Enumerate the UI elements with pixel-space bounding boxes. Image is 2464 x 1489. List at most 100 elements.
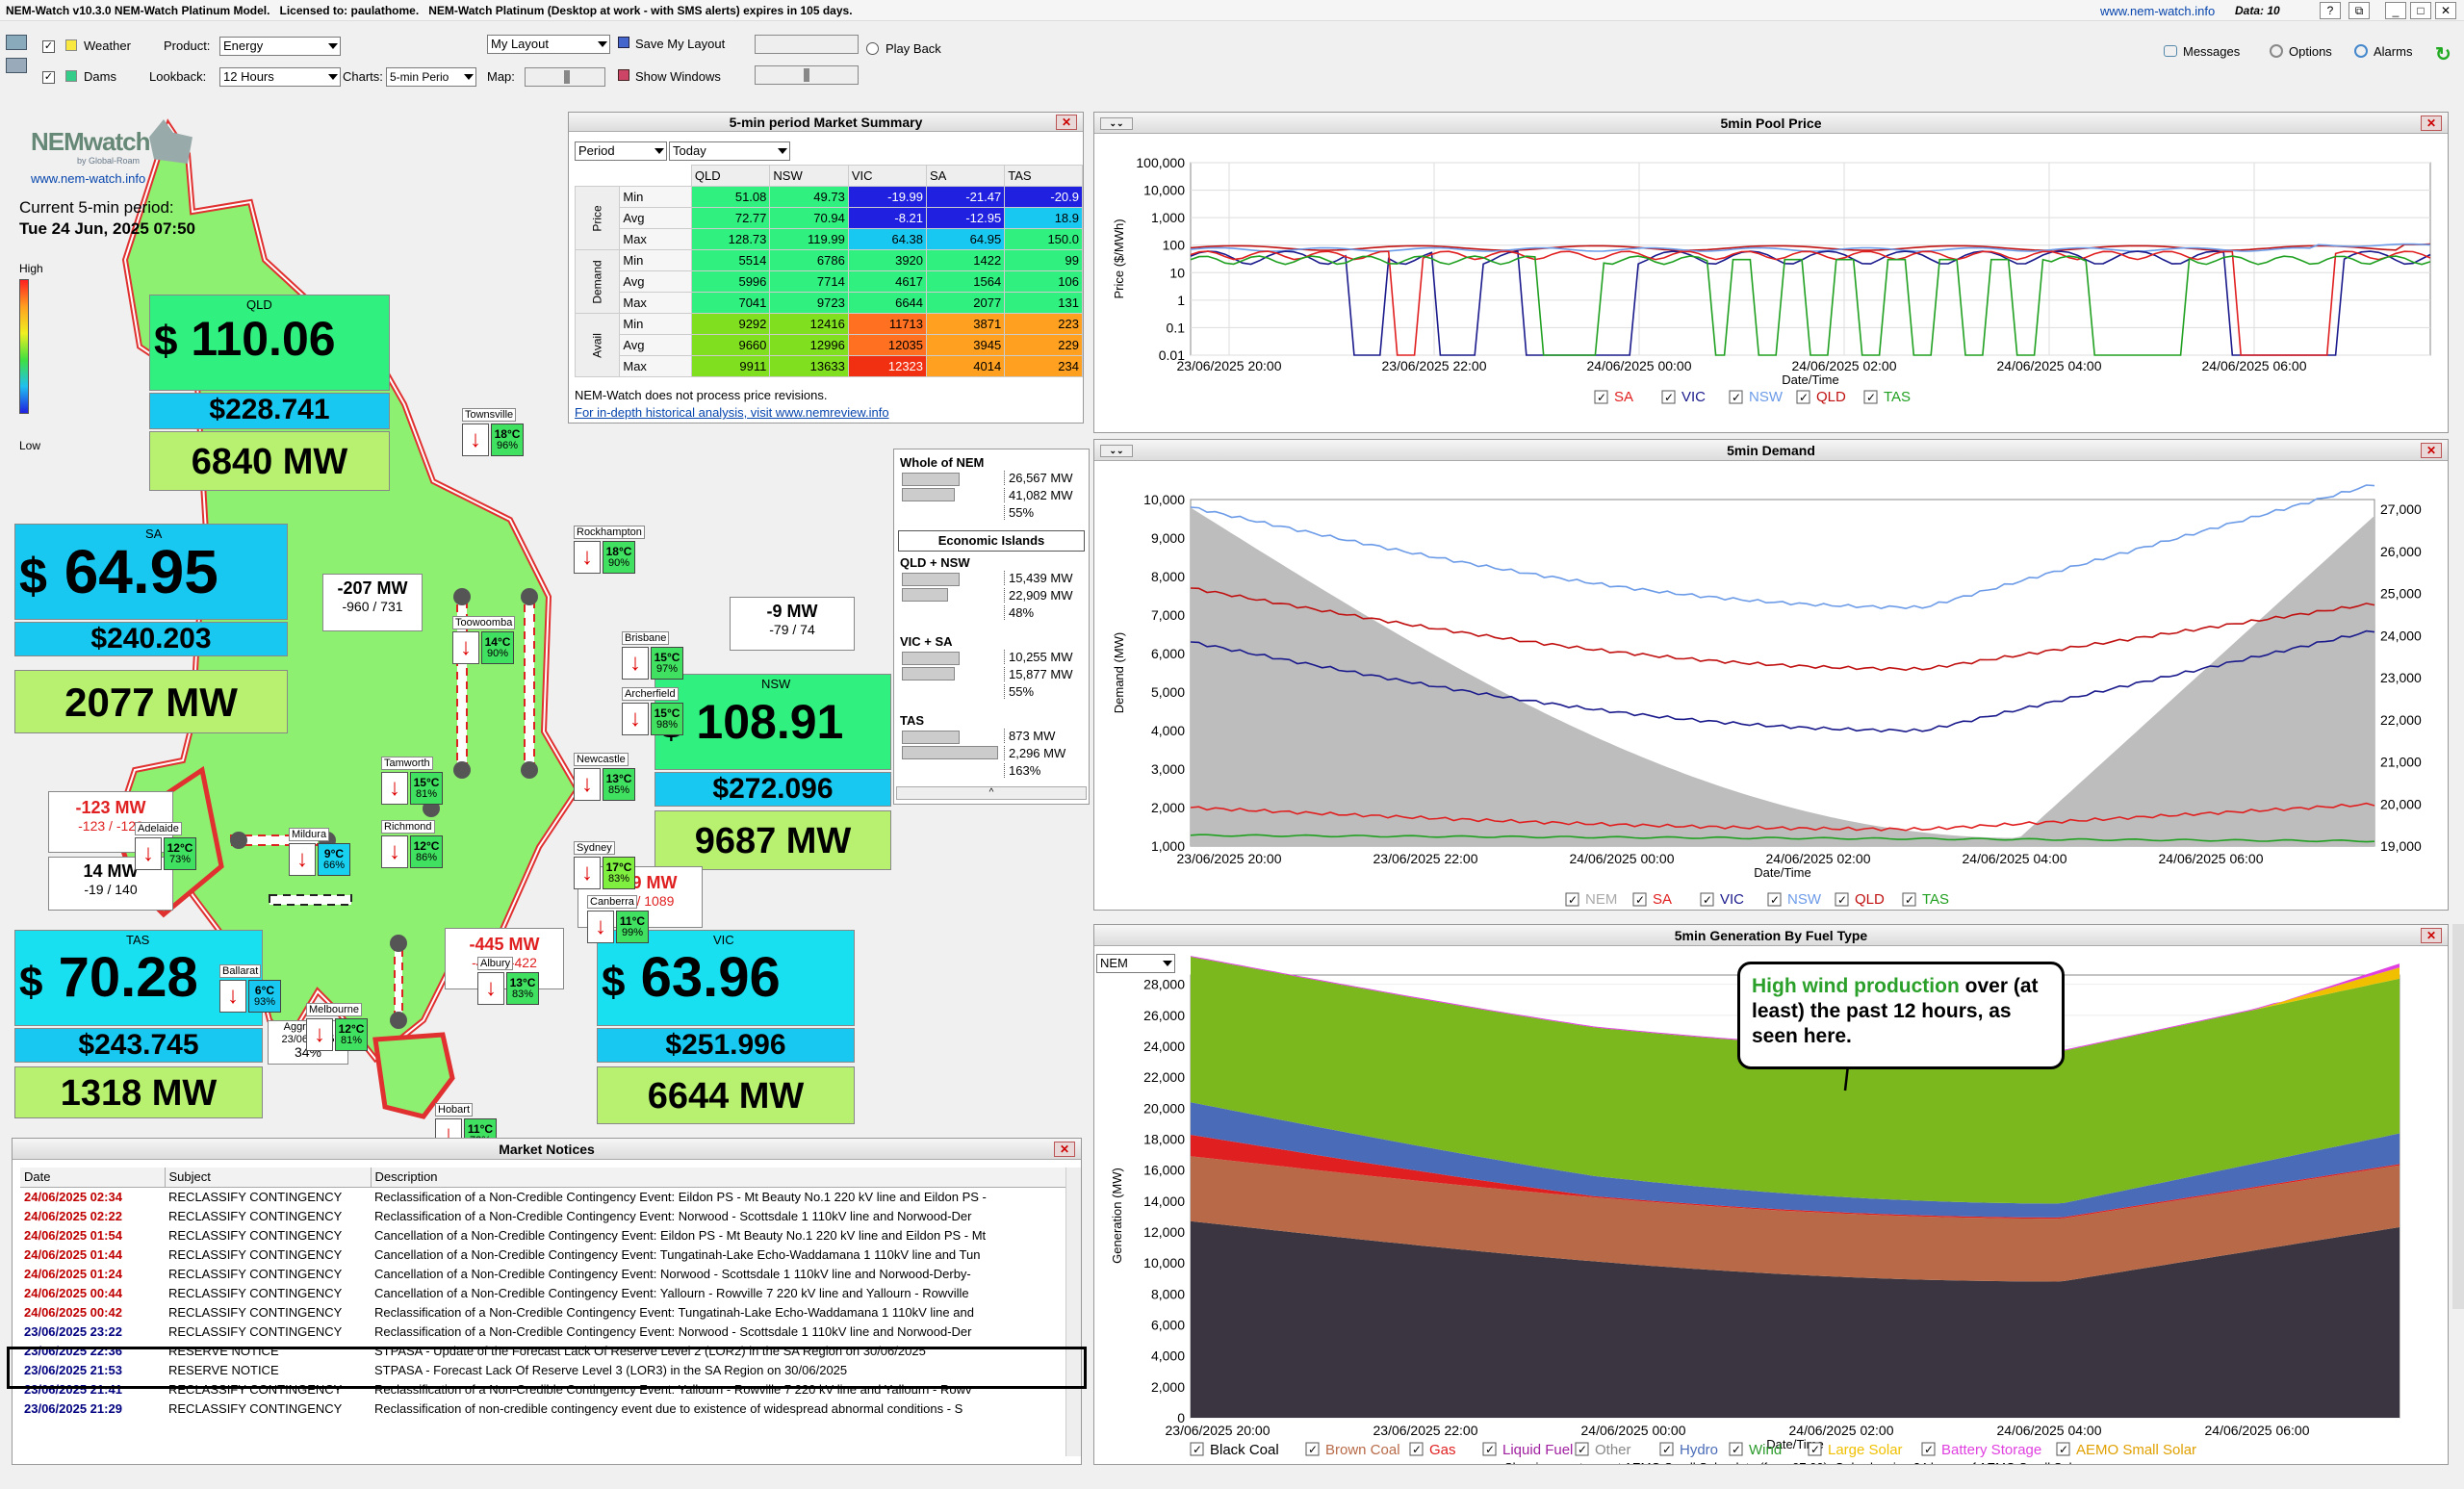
main-scrollbar[interactable] <box>2452 924 2464 1309</box>
map-website-link[interactable]: www.nem-watch.info <box>31 171 145 186</box>
y-tick-label-right: 21,000 <box>2380 755 2422 770</box>
summary-cell: 9911 <box>690 355 771 377</box>
notices-header-subject[interactable]: Subject <box>164 1168 371 1187</box>
terranora-flow[interactable]: -9 MW -79 / 74 <box>730 597 855 651</box>
weather-station[interactable]: 15°C 81% <box>410 772 443 805</box>
summary-cell: 1564 <box>926 270 1006 293</box>
weather-station[interactable]: 15°C 97% <box>651 647 683 680</box>
legend-check-icon: ✓ <box>1732 391 1741 404</box>
charts-select[interactable]: 5-min Perio <box>386 67 476 87</box>
help-icon[interactable]: ? <box>2320 2 2341 19</box>
weather-station[interactable]: 6°C 93% <box>248 980 281 1013</box>
notice-row[interactable]: 24/06/2025 00:44 RECLASSIFY CONTINGENCY Ca… <box>20 1283 1065 1302</box>
summary-cell: 49.73 <box>769 186 849 208</box>
legend-check-icon: ✓ <box>1308 1443 1318 1456</box>
station-temperature: 6°C <box>254 984 275 997</box>
economic-islands-header: Economic Islands <box>898 530 1085 552</box>
y-tick-label: 1 <box>1177 293 1185 308</box>
market-notices-close-icon[interactable]: ✕ <box>1054 1142 1075 1157</box>
y-tick-label-right: 19,000 <box>2380 838 2422 854</box>
y-tick-label: 8,000 <box>1151 1286 1185 1301</box>
weather-station[interactable]: 12°C 73% <box>164 837 196 870</box>
show-windows-button[interactable]: Show Windows <box>635 69 721 84</box>
close-icon[interactable]: ✕ <box>2435 2 2456 19</box>
summary-row: Demand Min 5514 6786 3920 1422 99 <box>574 249 1083 314</box>
whole-nem-scroll-icon[interactable]: ^ <box>896 786 1087 800</box>
minimize-icon[interactable]: _ <box>2385 2 2406 19</box>
summary-row-label: Min <box>619 313 692 335</box>
maximize-icon[interactable]: □ <box>2410 2 2431 19</box>
notices-header-description[interactable]: Description <box>370 1168 1065 1187</box>
messages-button[interactable]: Messages <box>2183 44 2240 59</box>
qld-nsw-flow[interactable]: -207 MW -960 / 731 <box>322 574 423 631</box>
notices-header-date[interactable]: Date <box>20 1168 165 1187</box>
notice-row[interactable]: 24/06/2025 02:34 RECLASSIFY CONTINGENCY Re… <box>20 1187 1065 1206</box>
market-summary-panel: 5-min period Market Summary ✕ Period Toda… <box>568 112 1084 424</box>
lookback-select[interactable]: 12 Hours <box>219 67 341 87</box>
nsw-price-box[interactable]: NSW $ 108.91 <box>654 674 891 770</box>
playback-speed-slider[interactable] <box>755 35 859 54</box>
station-temperature: 11°C <box>619 914 646 928</box>
notice-row[interactable]: 24/06/2025 01:54 RECLASSIFY CONTINGENCY Ca… <box>20 1225 1065 1245</box>
playback-position-slider[interactable] <box>755 65 859 85</box>
notice-row[interactable]: 24/06/2025 01:24 RECLASSIFY CONTINGENCY Ca… <box>20 1264 1065 1283</box>
map-slider[interactable] <box>525 67 605 87</box>
wind-arrow-icon: ↓ <box>306 1018 333 1051</box>
market-summary-close-icon[interactable]: ✕ <box>1056 115 1077 130</box>
pool-price-collapse-icon[interactable]: ⌄⌄ <box>1100 117 1133 130</box>
legend-check-icon: ✓ <box>1810 1443 1820 1456</box>
demand-close-icon[interactable]: ✕ <box>2421 443 2442 458</box>
weather-station[interactable]: 18°C 90% <box>603 541 635 574</box>
notices-scrollbar[interactable] <box>1065 1168 1081 1456</box>
weather-station[interactable]: 9°C 66% <box>318 843 350 876</box>
layout-select[interactable]: My Layout <box>487 35 610 54</box>
period-select[interactable]: Period <box>575 141 667 161</box>
weather-station[interactable]: 14°C 90% <box>481 631 514 664</box>
day-select[interactable]: Today <box>669 141 790 161</box>
nem-stat-value: 22,909 MW <box>1004 588 1072 603</box>
nemreview-link[interactable]: For in-depth historical analysis, visit … <box>575 405 889 420</box>
notice-row[interactable]: 24/06/2025 00:42 RECLASSIFY CONTINGENCY Re… <box>20 1302 1065 1322</box>
weather-checkbox[interactable]: ✓ <box>42 40 55 54</box>
print-icon[interactable] <box>6 58 27 73</box>
generation-panel: 5min Generation By Fuel Type ✕ NEM 28,000… <box>1093 924 2449 1465</box>
notice-row[interactable]: 24/06/2025 01:44 RECLASSIFY CONTINGENCY Ca… <box>20 1245 1065 1264</box>
dams-checkbox[interactable]: ✓ <box>42 71 55 85</box>
demand-collapse-icon[interactable]: ⌄⌄ <box>1100 445 1133 457</box>
vic-price-box[interactable]: VIC $ 63.96 <box>597 930 855 1026</box>
weather-station-label: Townsville <box>462 408 517 422</box>
notice-row[interactable]: 23/06/2025 21:29 RECLASSIFY CONTINGENCY Re… <box>20 1399 1065 1418</box>
product-select[interactable]: Energy <box>219 37 341 56</box>
market-notices-panel: Market Notices ✕ Date Subject Description… <box>7 1138 1087 1465</box>
weather-station[interactable]: 18°C 96% <box>491 424 524 456</box>
options-button[interactable]: Options <box>2289 44 2332 59</box>
weather-station[interactable]: 15°C 98% <box>651 703 683 735</box>
weather-station[interactable]: 17°C 83% <box>603 857 635 889</box>
legend-label: VIC <box>1681 389 1706 405</box>
station-humidity: 81% <box>415 788 438 800</box>
save-layout-button[interactable]: Save My Layout <box>635 37 725 51</box>
weather-station[interactable]: 13°C 83% <box>506 972 539 1005</box>
wind-arrow-icon: ↓ <box>462 424 489 456</box>
summary-cell: 2077 <box>926 292 1006 314</box>
y-tick-label-left: 6,000 <box>1151 646 1185 661</box>
mail-icon[interactable] <box>6 35 27 50</box>
summary-row-label: Max <box>619 228 692 250</box>
restore-icon[interactable]: ⧉ <box>2348 2 2370 19</box>
refresh-icon[interactable]: ↻ <box>2435 42 2451 66</box>
play-back-radio[interactable] <box>866 42 879 55</box>
weather-station[interactable]: 13°C 85% <box>603 768 635 801</box>
summary-cell: 12996 <box>769 334 849 356</box>
alarms-button[interactable]: Alarms <box>2374 44 2412 59</box>
notice-row[interactable]: 23/06/2025 23:22 RECLASSIFY CONTINGENCY Re… <box>20 1322 1065 1341</box>
legend-label: AEMO Small Solar <box>2076 1442 2196 1458</box>
weather-station[interactable]: 12°C 81% <box>335 1018 368 1051</box>
generation-close-icon[interactable]: ✕ <box>2421 928 2442 943</box>
weather-station[interactable]: 12°C 86% <box>410 835 443 868</box>
weather-station[interactable]: 11°C 99% <box>616 911 649 943</box>
pool-price-close-icon[interactable]: ✕ <box>2421 116 2442 131</box>
qld-price-box[interactable]: QLD $ 110.06 <box>149 295 390 391</box>
sa-price-box[interactable]: SA $ 64.95 <box>14 524 288 620</box>
notice-row[interactable]: 24/06/2025 02:22 RECLASSIFY CONTINGENCY Re… <box>20 1206 1065 1225</box>
website-link[interactable]: www.nem-watch.info <box>2100 4 2215 18</box>
